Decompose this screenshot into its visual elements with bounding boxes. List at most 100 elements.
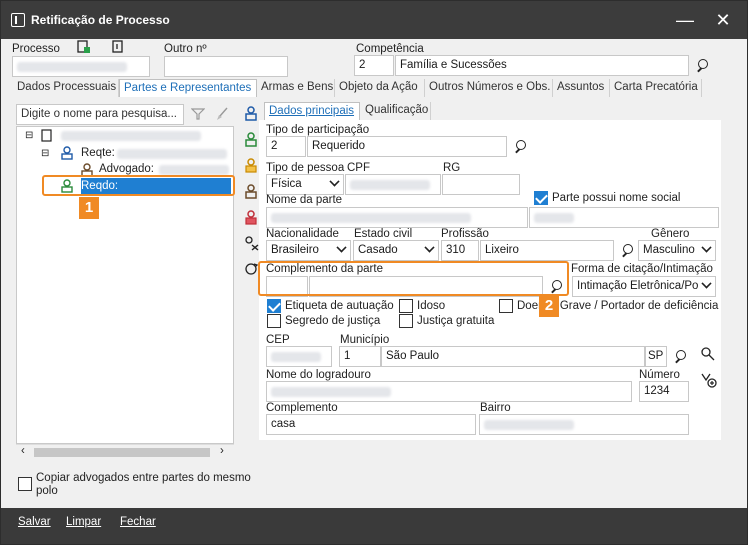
tab-objeto-acao[interactable]: Objeto da Ação xyxy=(335,79,425,97)
broom-icon[interactable] xyxy=(215,107,229,121)
doenca-checkbox[interactable] xyxy=(499,299,513,313)
tipo-pessoa-label: Tipo de pessoa xyxy=(266,162,345,174)
tab-dados-processuais[interactable]: Dados Processuais xyxy=(13,79,119,97)
remove-party-icon[interactable] xyxy=(243,235,259,251)
uf-input[interactable]: SP xyxy=(645,346,667,367)
add-address-icon[interactable] xyxy=(700,371,718,389)
highlight-reqdo xyxy=(42,175,235,196)
process-copy-icon[interactable] xyxy=(77,39,91,55)
search-name-input[interactable]: Digite o nome para pesquisa... xyxy=(16,104,184,125)
tree-hscrollbar[interactable]: ‹ › xyxy=(16,444,234,459)
municipio-search-icon[interactable] xyxy=(673,349,689,365)
segredo-checkbox[interactable] xyxy=(267,314,281,328)
nacionalidade-select[interactable]: Brasileiro xyxy=(266,240,351,261)
tree-advogado-label[interactable]: Advogado: xyxy=(99,163,154,175)
tree-collapse-reqte-icon[interactable]: ⊟ xyxy=(41,148,49,159)
tipo-participacao-label: Tipo de participação xyxy=(266,124,370,136)
processo-label: Processo xyxy=(12,43,60,55)
cep-input[interactable] xyxy=(266,346,332,367)
outro-label: Outro nº xyxy=(164,43,207,55)
search-placeholder: Digite o nome para pesquisa... xyxy=(21,108,177,120)
add-other-party-icon[interactable] xyxy=(243,157,259,173)
tab-outros-numeros[interactable]: Outros Números e Obs. xyxy=(425,79,553,97)
salvar-button[interactable]: Salvar xyxy=(18,516,51,528)
close-button[interactable]: ✕ xyxy=(711,9,735,31)
tab-armas-bens[interactable]: Armas e Bens xyxy=(257,79,335,97)
profissao-search-icon[interactable] xyxy=(620,243,636,259)
add-author-icon[interactable] xyxy=(243,105,259,121)
tab-partes-representantes[interactable]: Partes e Representantes xyxy=(119,79,257,97)
profissao-input[interactable]: Lixeiro xyxy=(480,240,614,261)
subtab-dados-principais[interactable]: Dados principais xyxy=(264,102,360,120)
tab-carta-precatoria[interactable]: Carta Precatória xyxy=(610,79,702,97)
forma-citacao-label: Forma de citação/Intimação xyxy=(571,263,713,275)
estado-civil-value: Casado xyxy=(358,244,398,256)
numero-input[interactable]: 1234 xyxy=(639,381,689,402)
add-defendant-icon[interactable] xyxy=(243,131,259,147)
app-icon xyxy=(11,13,25,27)
add-lawyer-icon[interactable] xyxy=(243,183,259,199)
complemento-input[interactable]: casa xyxy=(266,414,476,435)
numero-label: Número xyxy=(639,369,680,381)
scroll-thumb[interactable] xyxy=(34,448,210,457)
municipio-label: Município xyxy=(340,334,390,346)
competencia-value-input[interactable]: Família e Sucessões xyxy=(395,55,689,76)
cep-lookup-icon[interactable] xyxy=(700,346,716,362)
segredo-label: Segredo de justiça xyxy=(285,315,381,327)
estado-civil-select[interactable]: Casado xyxy=(353,240,439,261)
document-icon[interactable] xyxy=(111,39,125,55)
bairro-input[interactable] xyxy=(479,414,689,435)
idoso-checkbox[interactable] xyxy=(399,299,413,313)
municipio-code[interactable]: 1 xyxy=(339,346,381,367)
rg-input[interactable] xyxy=(442,174,520,195)
etiqueta-checkbox[interactable] xyxy=(267,299,281,313)
nome-social-label: Parte possui nome social xyxy=(552,192,681,204)
limpar-button[interactable]: Limpar xyxy=(66,516,101,528)
processo-input[interactable] xyxy=(12,56,150,77)
forma-citacao-select[interactable]: Intimação Eletrônica/Po xyxy=(572,276,716,297)
subtab-qualificacao[interactable]: Qualificação xyxy=(361,102,431,120)
swap-party-icon[interactable] xyxy=(243,261,259,277)
estado-civil-label: Estado civil xyxy=(354,228,413,240)
tipo-participacao-code[interactable]: 2 xyxy=(266,136,306,157)
process-doc-icon xyxy=(41,129,52,142)
copy-advogados-checkbox[interactable] xyxy=(18,477,32,491)
gratuita-checkbox[interactable] xyxy=(399,314,413,328)
tipo-pessoa-value: Física xyxy=(271,178,302,190)
dialog-window: Retificação de Processo — ✕ Processo Out… xyxy=(0,0,748,545)
callout-badge-2: 2 xyxy=(539,295,559,317)
genero-select[interactable]: Masculino xyxy=(638,240,716,261)
complemento-label: Complemento xyxy=(266,402,338,414)
tipo-pessoa-select[interactable]: Física xyxy=(266,174,344,195)
tree-reqte-label[interactable]: Reqte: xyxy=(81,147,115,159)
add-witness-icon[interactable] xyxy=(243,209,259,225)
copy-advogados-label: Copiar advogados entre partes do mesmo p… xyxy=(36,472,251,497)
nome-social-checkbox[interactable] xyxy=(534,191,548,205)
nacionalidade-value: Brasileiro xyxy=(271,244,319,256)
genero-label: Gênero xyxy=(651,228,690,240)
cpf-label: CPF xyxy=(347,162,370,174)
tab-assuntos[interactable]: Assuntos xyxy=(553,79,610,97)
competencia-search-icon[interactable] xyxy=(695,58,711,74)
tipo-participacao-input[interactable]: Requerido xyxy=(307,136,507,157)
parties-tree: ⊟ ⊟ Reqte: Advogado: Reqdo: xyxy=(16,126,234,444)
nacionalidade-label: Nacionalidade xyxy=(266,228,339,240)
nome-parte-input[interactable] xyxy=(266,207,528,228)
tipo-participacao-search-icon[interactable] xyxy=(513,139,529,155)
scroll-right-icon[interactable]: › xyxy=(220,445,224,457)
tree-collapse-icon[interactable]: ⊟ xyxy=(25,130,33,141)
minimize-button[interactable]: — xyxy=(673,9,697,31)
bairro-label: Bairro xyxy=(480,402,511,414)
profissao-label: Profissão xyxy=(441,228,489,240)
profissao-code[interactable]: 310 xyxy=(441,240,479,261)
competencia-code-input[interactable]: 2 xyxy=(354,55,394,76)
filter-icon[interactable] xyxy=(191,107,205,121)
logradouro-input[interactable] xyxy=(266,381,632,402)
municipio-input[interactable]: São Paulo xyxy=(381,346,645,367)
scroll-left-icon[interactable]: ‹ xyxy=(21,445,25,457)
footer-bar: Salvar Limpar Fechar xyxy=(1,508,747,544)
fechar-button[interactable]: Fechar xyxy=(120,516,156,528)
nome-social-input[interactable] xyxy=(529,207,719,228)
outro-numero-input[interactable] xyxy=(164,56,288,77)
cpf-input[interactable] xyxy=(345,174,441,195)
